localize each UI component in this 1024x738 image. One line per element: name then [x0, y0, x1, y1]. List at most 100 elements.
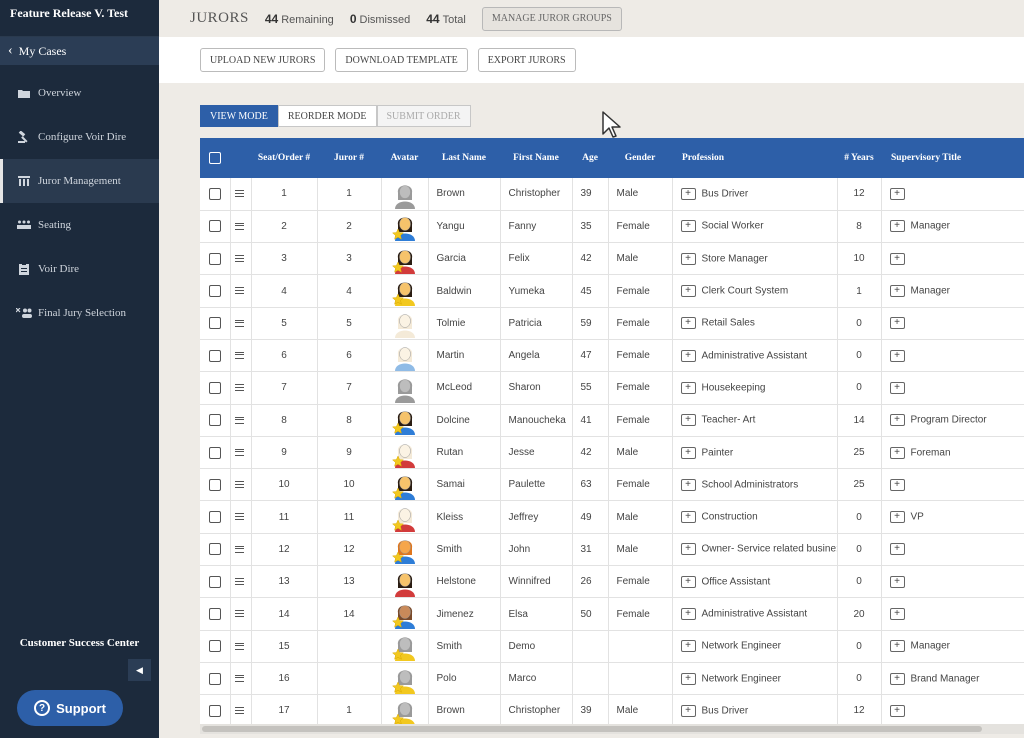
drag-handle-icon[interactable] — [234, 351, 244, 359]
add-title-button[interactable]: + — [889, 252, 905, 265]
avatar[interactable] — [390, 341, 420, 371]
drag-handle-icon[interactable] — [234, 578, 244, 586]
avatar[interactable] — [390, 470, 420, 500]
add-title-button[interactable]: + — [889, 511, 905, 524]
add-title-button[interactable]: + — [889, 220, 905, 233]
add-title-button[interactable]: + — [889, 446, 905, 459]
download-template-button[interactable]: DOWNLOAD TEMPLATE — [335, 48, 468, 72]
row-checkbox[interactable] — [208, 478, 221, 491]
drag-handle-icon[interactable] — [234, 642, 244, 650]
row-checkbox[interactable] — [208, 349, 221, 362]
row-checkbox[interactable] — [208, 640, 221, 653]
row-checkbox[interactable] — [208, 317, 221, 330]
avatar[interactable] — [390, 244, 420, 274]
add-title-button[interactable]: + — [889, 672, 905, 685]
avatar[interactable] — [390, 631, 420, 662]
view-mode-tab[interactable]: VIEW MODE — [200, 105, 278, 127]
add-title-button[interactable]: + — [889, 349, 905, 362]
horizontal-scrollbar[interactable] — [200, 724, 1024, 734]
row-checkbox[interactable] — [208, 608, 221, 620]
add-title-button[interactable]: + — [889, 414, 905, 427]
row-checkbox[interactable] — [208, 381, 221, 394]
header-juror[interactable]: Juror # — [317, 138, 381, 178]
add-profession-button[interactable]: + — [680, 252, 696, 265]
support-button[interactable]: ? Support — [17, 690, 123, 726]
drag-handle-icon[interactable] — [234, 222, 244, 230]
table-row[interactable]: 16 Polo Marco + Network Engineer 0 + Brand Mana… — [200, 662, 1024, 696]
add-title-button[interactable]: + — [889, 381, 905, 394]
add-profession-button[interactable]: + — [680, 220, 696, 233]
row-checkbox[interactable] — [208, 704, 221, 717]
table-row[interactable]: 1 1 Brown Christopher 39 Male + Bus Driver 12 + — [200, 178, 1024, 211]
drag-handle-icon[interactable] — [234, 448, 244, 456]
manage-juror-groups-button[interactable]: MANAGE JUROR GROUPS — [481, 6, 622, 31]
avatar[interactable] — [390, 276, 420, 307]
table-row[interactable]: 15 Smith Demo + Network Engineer 0 + Manager — [200, 630, 1024, 663]
add-title-button[interactable]: + — [889, 285, 905, 298]
customer-success-center-link[interactable]: Customer Success Center — [0, 637, 159, 649]
add-profession-button[interactable]: + — [680, 478, 696, 491]
table-row[interactable]: 2 2 Yangu Fanny 35 Female + Social Worker 8 + Mana… — [200, 210, 1024, 244]
drag-handle-icon[interactable] — [234, 384, 244, 392]
sidebar-item-seating[interactable]: Seating — [0, 203, 159, 247]
drag-handle-icon[interactable] — [234, 481, 244, 489]
add-profession-button[interactable]: + — [680, 575, 696, 588]
row-checkbox[interactable] — [208, 511, 221, 524]
my-cases-link[interactable]: ‹ My Cases — [0, 37, 159, 65]
submit-order-button[interactable]: SUBMIT ORDER — [376, 105, 471, 127]
header-gender[interactable]: Gender — [608, 138, 672, 178]
add-title-button[interactable]: + — [889, 640, 905, 653]
drag-handle-icon[interactable] — [234, 416, 244, 424]
table-row[interactable]: 17 1 Brown Christopher 39 Male + Bus Driver 12 + — [200, 694, 1024, 724]
avatar[interactable] — [390, 696, 420, 724]
table-row[interactable]: 11 11 Kleiss Jeffrey 49 Male + Construction 0 + VP — [200, 500, 1024, 534]
scrollbar-thumb[interactable] — [202, 726, 982, 732]
row-checkbox[interactable] — [208, 672, 221, 685]
add-title-button[interactable]: + — [889, 187, 905, 200]
row-checkbox[interactable] — [208, 285, 221, 298]
row-checkbox[interactable] — [208, 446, 221, 459]
avatar[interactable] — [390, 405, 420, 436]
row-checkbox[interactable] — [208, 575, 221, 588]
drag-handle-icon[interactable] — [234, 190, 244, 198]
add-profession-button[interactable]: + — [680, 317, 696, 330]
add-profession-button[interactable]: + — [680, 285, 696, 298]
add-profession-button[interactable]: + — [680, 608, 696, 620]
add-profession-button[interactable]: + — [680, 349, 696, 362]
sidebar-item-overview[interactable]: Overview — [0, 71, 159, 115]
add-profession-button[interactable]: + — [680, 446, 696, 459]
header-last-name[interactable]: Last Name — [428, 138, 500, 178]
row-checkbox[interactable] — [208, 252, 221, 265]
add-profession-button[interactable]: + — [680, 414, 696, 427]
table-row[interactable]: 8 8 Dolcine Manoucheka 41 Female + Teacher- Art… — [200, 404, 1024, 437]
add-title-button[interactable]: + — [889, 704, 905, 717]
table-row[interactable]: 9 9 Rutan Jesse 42 Male + Painter 25 + Foreman — [200, 436, 1024, 470]
drag-handle-icon[interactable] — [234, 707, 244, 715]
drag-handle-icon[interactable] — [234, 610, 244, 618]
table-row[interactable]: 14 14 Jimenez Elsa 50 Female + Administrative A… — [200, 597, 1024, 631]
add-profession-button[interactable]: + — [680, 704, 696, 717]
avatar[interactable] — [390, 308, 420, 339]
collapse-sidebar-button[interactable]: ◀ — [128, 659, 151, 681]
add-title-button[interactable]: + — [889, 575, 905, 588]
add-title-button[interactable]: + — [889, 478, 905, 491]
drag-handle-icon[interactable] — [234, 255, 244, 263]
avatar[interactable] — [390, 567, 420, 597]
table-row[interactable]: 4 4 Baldwin Yumeka 45 Female + Clerk Court Syst… — [200, 274, 1024, 308]
header-supervisory-title[interactable]: Supervisory Title — [881, 138, 1024, 178]
add-title-button[interactable]: + — [889, 317, 905, 330]
table-row[interactable]: 12 12 Smith John 31 Male + Owner- Service relat… — [200, 533, 1024, 567]
sidebar-item-voir-dire[interactable]: Voir Dire — [0, 247, 159, 291]
avatar[interactable] — [390, 179, 420, 209]
table-row[interactable]: 3 3 Garcia Felix 42 Male + Store Manager 10 + — [200, 242, 1024, 276]
drag-handle-icon[interactable] — [234, 545, 244, 553]
add-profession-button[interactable]: + — [680, 511, 696, 524]
add-profession-button[interactable]: + — [680, 672, 696, 685]
drag-handle-icon[interactable] — [234, 513, 244, 521]
table-row[interactable]: 13 13 Helstone Winnifred 26 Female + Office Ass… — [200, 565, 1024, 599]
header-seat[interactable]: Seat/Order # — [251, 138, 317, 178]
avatar[interactable] — [390, 438, 420, 468]
upload-new-jurors-button[interactable]: UPLOAD NEW JURORS — [200, 48, 326, 72]
table-row[interactable]: 7 7 McLeod Sharon 55 Female + Housekeeping 0 + — [200, 371, 1024, 405]
avatar[interactable] — [390, 664, 420, 694]
